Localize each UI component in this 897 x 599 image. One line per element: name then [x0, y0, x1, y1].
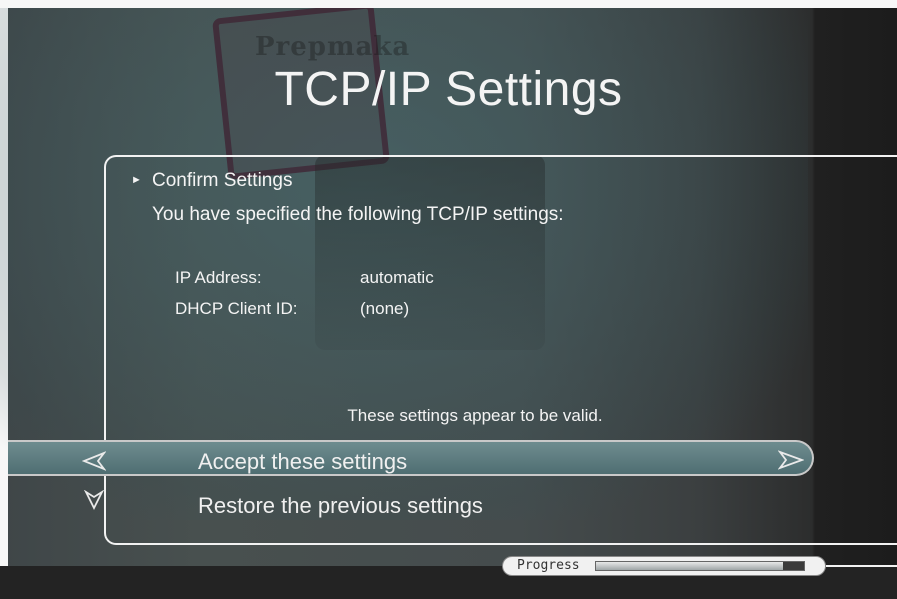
progress-indicator: Progress	[502, 556, 826, 576]
section-label: Confirm Settings	[152, 170, 293, 191]
progress-track	[595, 561, 805, 571]
progress-fill	[783, 562, 804, 570]
menu-item-accept[interactable]: Accept these settings	[8, 440, 814, 476]
frame-right-line	[826, 565, 897, 567]
watermark-text: Prepmaka	[255, 32, 411, 62]
intro-text: You have specified the following TCP/IP …	[152, 204, 564, 225]
bullet-icon: ►	[131, 174, 142, 186]
page-title: TCP/IP Settings	[274, 63, 623, 116]
menu-item-label: Restore the previous settings	[198, 493, 483, 518]
left-triangle-arrow-icon[interactable]	[82, 451, 106, 471]
progress-label: Progress	[517, 558, 580, 573]
dhcp-client-id-label: DHCP Client ID:	[175, 299, 298, 318]
ip-address-label: IP Address:	[175, 268, 262, 287]
right-triangle-arrow-icon[interactable]	[778, 450, 804, 470]
menu-item-label: Accept these settings	[198, 449, 408, 474]
screen: Prepmaka TCP/IP Settings ► Confirm Setti…	[0, 0, 897, 599]
dhcp-client-id-value: (none)	[360, 299, 410, 318]
status-message: These settings appear to be valid.	[347, 406, 603, 425]
ip-address-value: automatic	[360, 268, 434, 287]
menu-item-restore[interactable]: Restore the previous settings	[8, 486, 814, 522]
down-triangle-arrow-icon[interactable]	[84, 490, 104, 510]
